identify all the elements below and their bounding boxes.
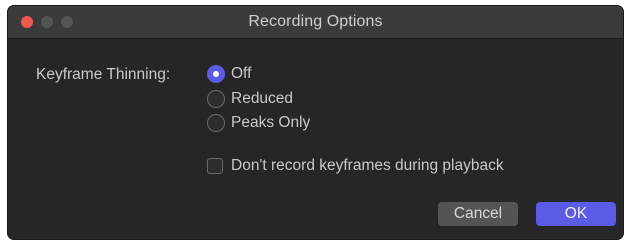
dont-record-during-playback-checkbox[interactable] bbox=[207, 158, 223, 174]
ok-button[interactable]: OK bbox=[536, 202, 616, 226]
keyframe-thinning-label: Keyframe Thinning: bbox=[36, 66, 171, 83]
title-bar[interactable]: Recording Options bbox=[8, 6, 623, 39]
radio-option-off[interactable]: Off bbox=[207, 64, 251, 84]
radio-label-off: Off bbox=[231, 65, 252, 82]
cancel-button[interactable]: Cancel bbox=[438, 202, 518, 226]
playback-option-row[interactable]: Don't record keyframes during playback bbox=[207, 157, 504, 175]
dont-record-during-playback-label: Don't record keyframes during playback bbox=[231, 157, 504, 174]
radio-button-reduced[interactable] bbox=[207, 90, 225, 108]
radio-button-off[interactable] bbox=[207, 65, 225, 83]
radio-label-reduced: Reduced bbox=[231, 90, 294, 107]
window-title: Recording Options bbox=[248, 13, 383, 30]
radio-option-reduced[interactable]: Reduced bbox=[207, 89, 293, 109]
radio-option-peaks-only[interactable]: Peaks Only bbox=[207, 113, 310, 133]
radio-button-peaks-only[interactable] bbox=[207, 114, 225, 132]
radio-label-peaks-only: Peaks Only bbox=[231, 114, 311, 131]
recording-options-dialog: Recording Options Keyframe Thinning: Off… bbox=[8, 6, 623, 239]
